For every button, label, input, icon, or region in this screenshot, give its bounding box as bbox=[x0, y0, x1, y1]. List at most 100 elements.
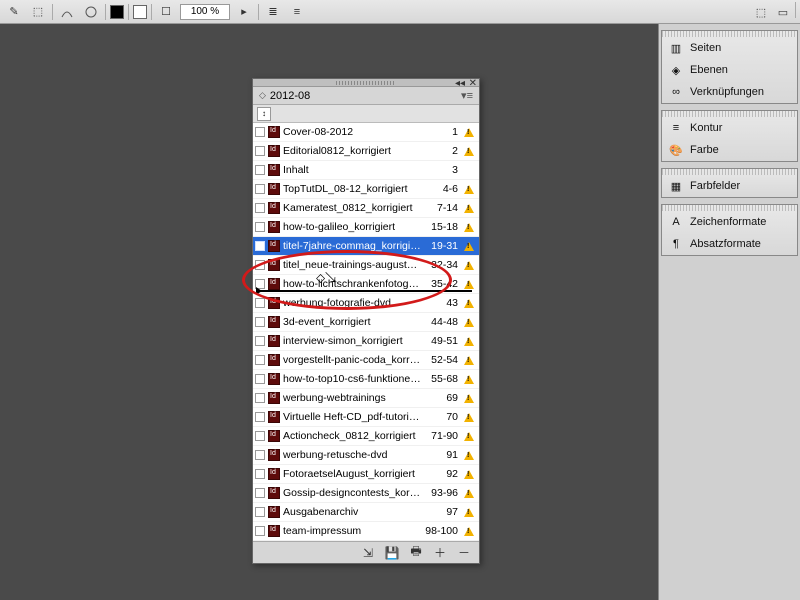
indesign-doc-icon bbox=[268, 506, 280, 518]
panel-group: ▦Farbfelder bbox=[661, 168, 798, 198]
document-row[interactable]: werbung-webtrainings69 bbox=[253, 389, 479, 408]
document-row[interactable]: Kameratest_0812_korrigiert7-14 bbox=[253, 199, 479, 218]
tool-icon[interactable] bbox=[57, 2, 77, 22]
document-row[interactable]: how-to-galileo_korrigiert15-18 bbox=[253, 218, 479, 237]
align-icon[interactable]: ≣ bbox=[263, 2, 283, 22]
document-row[interactable]: FotoraetselAugust_korrigiert92 bbox=[253, 465, 479, 484]
document-name: Ausgabenarchiv bbox=[283, 506, 421, 518]
row-checkbox[interactable] bbox=[255, 241, 265, 251]
row-checkbox[interactable] bbox=[255, 260, 265, 270]
panel-item[interactable]: ◈Ebenen bbox=[662, 59, 797, 81]
row-checkbox[interactable] bbox=[255, 488, 265, 498]
warning-icon bbox=[463, 259, 475, 271]
close-icon[interactable]: ✕ bbox=[469, 78, 477, 89]
row-checkbox[interactable] bbox=[255, 393, 265, 403]
document-row[interactable]: Gossip-designcontests_korrigiert93-96 bbox=[253, 484, 479, 503]
panel-item-label: Verknüpfungen bbox=[690, 86, 764, 98]
arrange-icon[interactable]: ▭ bbox=[773, 2, 793, 22]
document-row[interactable]: interview-simon_korrigiert49-51 bbox=[253, 332, 479, 351]
arrange-icon[interactable]: ⬚ bbox=[751, 2, 771, 22]
sync-source-icon[interactable]: ↕ bbox=[257, 107, 271, 121]
row-checkbox[interactable] bbox=[255, 355, 265, 365]
tool-icon[interactable]: ✎ bbox=[4, 2, 24, 22]
collapse-icon[interactable]: ◂◂ bbox=[455, 78, 465, 89]
document-pages: 44-48 bbox=[424, 316, 458, 328]
remove-document-icon[interactable]: － bbox=[457, 546, 471, 560]
tool-icon[interactable]: ⬚ bbox=[28, 2, 48, 22]
panel-item-label: Ebenen bbox=[690, 64, 728, 76]
panel-item[interactable]: AZeichenformate bbox=[662, 211, 797, 233]
warning-icon bbox=[463, 373, 475, 385]
row-checkbox[interactable] bbox=[255, 412, 265, 422]
warning-icon bbox=[463, 354, 475, 366]
stroke-color[interactable] bbox=[133, 5, 147, 19]
sync-icon[interactable]: ⇲ bbox=[361, 546, 375, 560]
warning-icon bbox=[463, 506, 475, 518]
document-row[interactable]: Inhalt3 bbox=[253, 161, 479, 180]
warning-icon bbox=[463, 335, 475, 347]
panel-item[interactable]: ▦Farbfelder bbox=[662, 175, 797, 197]
tool-icon[interactable]: ☐ bbox=[156, 2, 176, 22]
fill-color[interactable] bbox=[110, 5, 124, 19]
row-checkbox[interactable] bbox=[255, 165, 265, 175]
panel-item[interactable]: ∞Verknüpfungen bbox=[662, 81, 797, 103]
panel-item[interactable]: ▥Seiten bbox=[662, 37, 797, 59]
document-pages: 93-96 bbox=[424, 487, 458, 499]
document-row[interactable]: Virtuelle Heft-CD_pdf-tutorial_korrigier… bbox=[253, 408, 479, 427]
document-pages: 3 bbox=[424, 164, 458, 176]
document-row[interactable]: TopTutDL_08-12_korrigiert4-6 bbox=[253, 180, 479, 199]
book-tab[interactable]: ◇ 2012-08 ▾≡ bbox=[253, 87, 479, 105]
document-row[interactable]: vorgestellt-panic-coda_korrigiert52-54 bbox=[253, 351, 479, 370]
zoom-dropdown-icon[interactable]: ▸ bbox=[234, 2, 254, 22]
panel-item[interactable]: ¶Absatzformate bbox=[662, 233, 797, 255]
row-checkbox[interactable] bbox=[255, 203, 265, 213]
save-icon[interactable]: 💾 bbox=[385, 546, 399, 560]
document-row[interactable]: Ausgabenarchiv97 bbox=[253, 503, 479, 522]
indesign-doc-icon bbox=[268, 354, 280, 366]
row-checkbox[interactable] bbox=[255, 222, 265, 232]
row-checkbox[interactable] bbox=[255, 431, 265, 441]
document-row[interactable]: werbung-retusche-dvd91 bbox=[253, 446, 479, 465]
side-panel-dock: ▥Seiten◈Ebenen∞Verknüpfungen ≡Kontur🎨Farb… bbox=[658, 24, 800, 600]
document-row[interactable]: werbung-fotografie-dvd43 bbox=[253, 294, 479, 313]
row-checkbox[interactable] bbox=[255, 317, 265, 327]
panel-item[interactable]: ≡Kontur bbox=[662, 117, 797, 139]
document-row[interactable]: titel-7jahre-commag_korrigiert19-31 bbox=[253, 237, 479, 256]
add-document-icon[interactable]: ＋ bbox=[433, 546, 447, 560]
panel-item[interactable]: 🎨Farbe bbox=[662, 139, 797, 161]
document-row[interactable]: 3d-event_korrigiert44-48 bbox=[253, 313, 479, 332]
document-row[interactable]: Actioncheck_0812_korrigiert71-90 bbox=[253, 427, 479, 446]
document-row[interactable]: Editorial0812_korrigiert2 bbox=[253, 142, 479, 161]
align-icon[interactable]: ≡ bbox=[287, 2, 307, 22]
zoom-field[interactable] bbox=[180, 4, 230, 20]
document-row[interactable]: Cover-08-20121 bbox=[253, 123, 479, 142]
document-name: Actioncheck_0812_korrigiert bbox=[283, 430, 421, 442]
document-row[interactable]: titel_neue-trainings-august_korrigiert32… bbox=[253, 256, 479, 275]
row-checkbox[interactable] bbox=[255, 298, 265, 308]
indesign-doc-icon bbox=[268, 335, 280, 347]
row-checkbox[interactable] bbox=[255, 507, 265, 517]
row-checkbox[interactable] bbox=[255, 374, 265, 384]
document-pages: 70 bbox=[424, 411, 458, 423]
row-checkbox[interactable] bbox=[255, 184, 265, 194]
sync-source-row: ↕ bbox=[253, 105, 479, 123]
row-checkbox[interactable] bbox=[255, 127, 265, 137]
indesign-doc-icon bbox=[268, 487, 280, 499]
row-checkbox[interactable] bbox=[255, 336, 265, 346]
indesign-doc-icon bbox=[268, 316, 280, 328]
tool-icon[interactable] bbox=[81, 2, 101, 22]
row-checkbox[interactable] bbox=[255, 450, 265, 460]
panel-menu-icon[interactable]: ▾≡ bbox=[461, 89, 473, 102]
row-checkbox[interactable] bbox=[255, 146, 265, 156]
warning-icon bbox=[463, 240, 475, 252]
document-name: TopTutDL_08-12_korrigiert bbox=[283, 183, 421, 195]
print-icon[interactable]: 🖶 bbox=[409, 546, 423, 560]
row-checkbox[interactable] bbox=[255, 526, 265, 536]
document-row[interactable]: how-to-top10-cs6-funktionen-dreamweav...… bbox=[253, 370, 479, 389]
document-pages: 52-54 bbox=[424, 354, 458, 366]
indesign-doc-icon bbox=[268, 297, 280, 309]
indesign-doc-icon bbox=[268, 430, 280, 442]
row-checkbox[interactable] bbox=[255, 469, 265, 479]
document-row[interactable]: team-impressum98-100 bbox=[253, 522, 479, 541]
panel-titlebar[interactable]: ◂◂ ✕ bbox=[253, 79, 479, 87]
